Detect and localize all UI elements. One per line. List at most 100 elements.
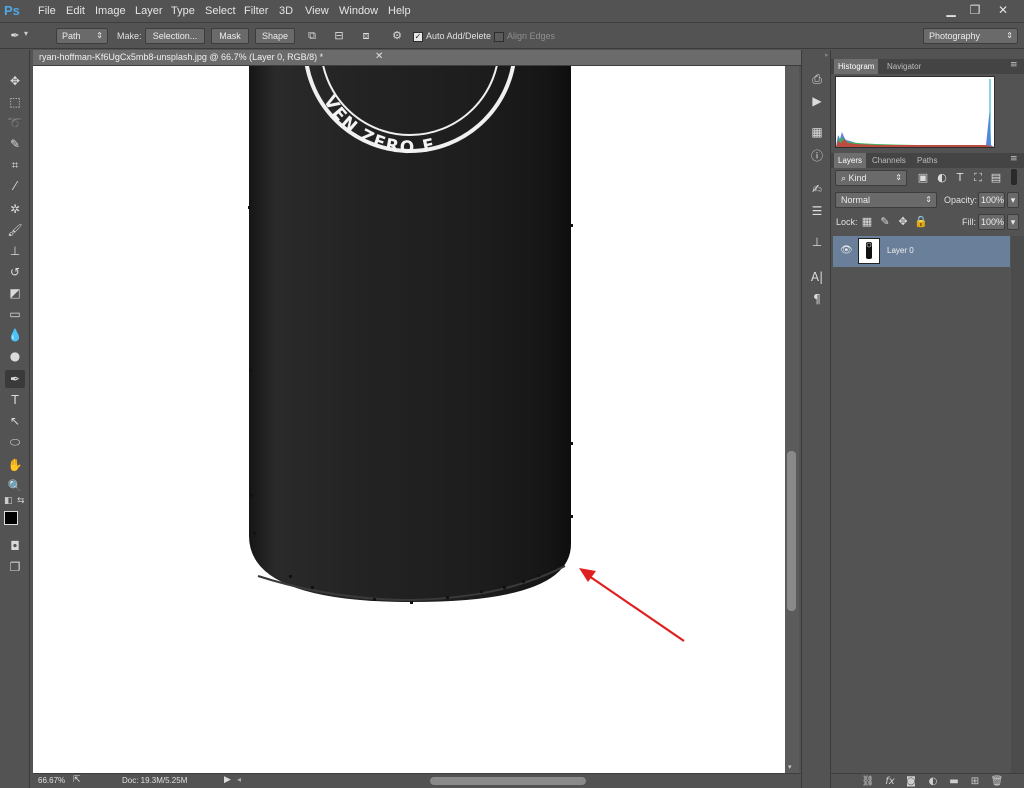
layer-filter-kind-select[interactable]: ⌕ Kind ⇕ bbox=[835, 170, 907, 186]
lock-image-icon[interactable]: ✎ bbox=[878, 215, 892, 229]
scroll-left-icon[interactable]: ◂ bbox=[237, 775, 241, 784]
foreground-color-swatch[interactable] bbox=[4, 511, 18, 525]
character-panel-icon[interactable]: A| bbox=[807, 268, 827, 286]
brush-tool-icon[interactable]: 🖌 bbox=[5, 221, 25, 239]
gear-icon[interactable]: ⚙ bbox=[390, 29, 404, 43]
status-menu-icon[interactable]: ▶ bbox=[224, 775, 231, 785]
dock-collapse-icon[interactable]: » bbox=[802, 52, 830, 59]
lock-all-icon[interactable]: 🔒 bbox=[914, 215, 928, 229]
fill-dropdown-icon[interactable]: ▾ bbox=[1007, 214, 1019, 230]
scroll-down-icon[interactable]: ▾ bbox=[788, 763, 792, 771]
actions-panel-icon[interactable]: ▶ bbox=[807, 92, 827, 110]
dodge-tool-icon[interactable]: ● bbox=[5, 347, 25, 365]
menu-layer[interactable]: Layer bbox=[135, 5, 163, 17]
panel-menu-icon[interactable]: ≡ bbox=[1010, 60, 1018, 70]
menu-image[interactable]: Image bbox=[95, 5, 126, 17]
menu-select[interactable]: Select bbox=[205, 5, 236, 17]
adjustments-panel-icon[interactable]: ☰ bbox=[807, 202, 827, 220]
menu-edit[interactable]: Edit bbox=[66, 5, 85, 17]
menu-window[interactable]: Window bbox=[339, 5, 378, 17]
pen-tool-icon[interactable]: ✒ bbox=[5, 370, 25, 388]
share-icon[interactable]: ⇱ bbox=[73, 775, 81, 785]
fill-input[interactable]: 100% bbox=[978, 214, 1005, 230]
history-panel-icon[interactable]: ⎙ bbox=[807, 70, 827, 88]
auto-add-delete-checkbox[interactable]: ✓ bbox=[413, 32, 423, 42]
path-alignment-icon[interactable]: ⊟ bbox=[332, 29, 346, 43]
tab-paths[interactable]: Paths bbox=[913, 153, 941, 168]
make-selection-button[interactable]: Selection... bbox=[145, 28, 205, 44]
lock-position-icon[interactable]: ✥ bbox=[896, 215, 910, 229]
quick-selection-tool-icon[interactable]: ✎ bbox=[5, 135, 25, 153]
menu-file[interactable]: File bbox=[38, 5, 56, 17]
info-panel-icon[interactable]: ⓘ bbox=[807, 147, 827, 165]
filter-adjustment-icon[interactable]: ◐ bbox=[935, 171, 949, 185]
ellipse-tool-icon[interactable]: ⬭ bbox=[5, 433, 25, 451]
paragraph-panel-icon[interactable]: ¶ bbox=[807, 290, 827, 308]
menu-type[interactable]: Type bbox=[171, 5, 195, 17]
vertical-scrollbar[interactable]: ▾ bbox=[785, 66, 799, 773]
add-mask-icon[interactable]: ◙ bbox=[904, 775, 918, 788]
path-operations-icon[interactable]: ⧉ bbox=[305, 29, 319, 43]
path-selection-tool-icon[interactable]: ↖ bbox=[5, 412, 25, 430]
pen-tool-preset-icon[interactable]: ✒ bbox=[8, 29, 22, 43]
minimize-icon[interactable]: ▁ bbox=[940, 2, 962, 19]
make-shape-button[interactable]: Shape bbox=[255, 28, 295, 44]
screen-mode-icon[interactable]: ❐ bbox=[5, 558, 25, 576]
horizontal-scroll-thumb[interactable] bbox=[430, 777, 586, 785]
tab-histogram[interactable]: Histogram bbox=[834, 59, 879, 74]
vertical-scroll-thumb[interactable] bbox=[787, 451, 796, 611]
pen-mode-select[interactable]: Path ⇕ bbox=[56, 28, 108, 44]
gradient-tool-icon[interactable]: ▭ bbox=[5, 305, 25, 323]
path-arrangement-icon[interactable]: ⧈ bbox=[359, 29, 373, 43]
tab-layers[interactable]: Layers bbox=[834, 153, 867, 168]
document-tab[interactable]: ryan-hoffman-Kf6UgCx5mb8-unsplash.jpg @ … bbox=[33, 50, 801, 66]
filter-toggle[interactable] bbox=[1011, 169, 1017, 185]
opacity-input[interactable]: 100% bbox=[978, 192, 1005, 208]
default-colors-icon[interactable]: ◧ bbox=[4, 496, 13, 506]
menu-3d[interactable]: 3D bbox=[279, 5, 293, 17]
layers-scrollbar[interactable] bbox=[1011, 236, 1024, 773]
healing-brush-tool-icon[interactable]: ✲ bbox=[5, 200, 25, 218]
filter-pixel-icon[interactable]: ▣ bbox=[916, 171, 930, 185]
align-edges-checkbox[interactable] bbox=[494, 32, 504, 42]
visibility-eye-icon[interactable]: 👁 bbox=[840, 245, 853, 256]
history-brush-tool-icon[interactable]: ↺ bbox=[5, 263, 25, 281]
hand-tool-icon[interactable]: ✋ bbox=[5, 456, 25, 474]
new-group-icon[interactable]: ▬ bbox=[947, 775, 961, 788]
zoom-tool-icon[interactable]: 🔍 bbox=[5, 477, 25, 495]
layer-row[interactable]: 👁 Layer 0 bbox=[833, 236, 1010, 267]
clone-source-panel-icon[interactable]: ⊥ bbox=[807, 233, 827, 251]
link-layers-icon[interactable]: ⛓ bbox=[861, 775, 875, 788]
marquee-tool-icon[interactable]: ⬚ bbox=[5, 93, 25, 111]
layer-style-fx-icon[interactable]: fx bbox=[883, 775, 897, 788]
menu-help[interactable]: Help bbox=[388, 5, 411, 17]
preset-dropdown-icon[interactable]: ▾ bbox=[24, 29, 28, 38]
clone-stamp-tool-icon[interactable]: ⊥ bbox=[5, 242, 25, 260]
filter-type-icon[interactable]: T bbox=[953, 171, 967, 185]
brush-presets-panel-icon[interactable]: ✍ bbox=[807, 180, 827, 198]
quick-mask-icon[interactable]: ◘ bbox=[5, 537, 25, 555]
menu-view[interactable]: View bbox=[305, 5, 329, 17]
move-tool-icon[interactable]: ✥ bbox=[5, 72, 25, 90]
panel-menu-icon[interactable]: ≡ bbox=[1010, 154, 1018, 164]
swap-colors-icon[interactable]: ⇆ bbox=[17, 496, 25, 506]
type-tool-icon[interactable]: T bbox=[5, 391, 25, 409]
lasso-tool-icon[interactable]: ➰ bbox=[5, 114, 25, 132]
eyedropper-tool-icon[interactable]: ⁄ bbox=[5, 177, 25, 195]
adjustment-layer-icon[interactable]: ◐ bbox=[926, 775, 940, 788]
tab-channels[interactable]: Channels bbox=[868, 153, 910, 168]
document-canvas[interactable]: VEN ZERO F bbox=[33, 66, 785, 773]
eraser-tool-icon[interactable]: ◩ bbox=[5, 284, 25, 302]
crop-tool-icon[interactable]: ⌗ bbox=[5, 156, 25, 174]
make-mask-button[interactable]: Mask bbox=[211, 28, 249, 44]
tab-navigator[interactable]: Navigator bbox=[883, 59, 925, 74]
close-icon[interactable]: ✕ bbox=[992, 2, 1014, 19]
lock-transparent-icon[interactable]: ▦ bbox=[860, 215, 874, 229]
blend-mode-select[interactable]: Normal ⇕ bbox=[835, 192, 937, 208]
trash-icon[interactable]: 🗑 bbox=[990, 775, 1004, 788]
properties-panel-icon[interactable]: ▦ bbox=[807, 123, 827, 141]
filter-shape-icon[interactable]: ⛶ bbox=[971, 171, 985, 185]
zoom-level[interactable]: 66.67% bbox=[38, 776, 65, 785]
menu-filter[interactable]: Filter bbox=[244, 5, 268, 17]
blur-tool-icon[interactable]: 💧 bbox=[5, 326, 25, 344]
